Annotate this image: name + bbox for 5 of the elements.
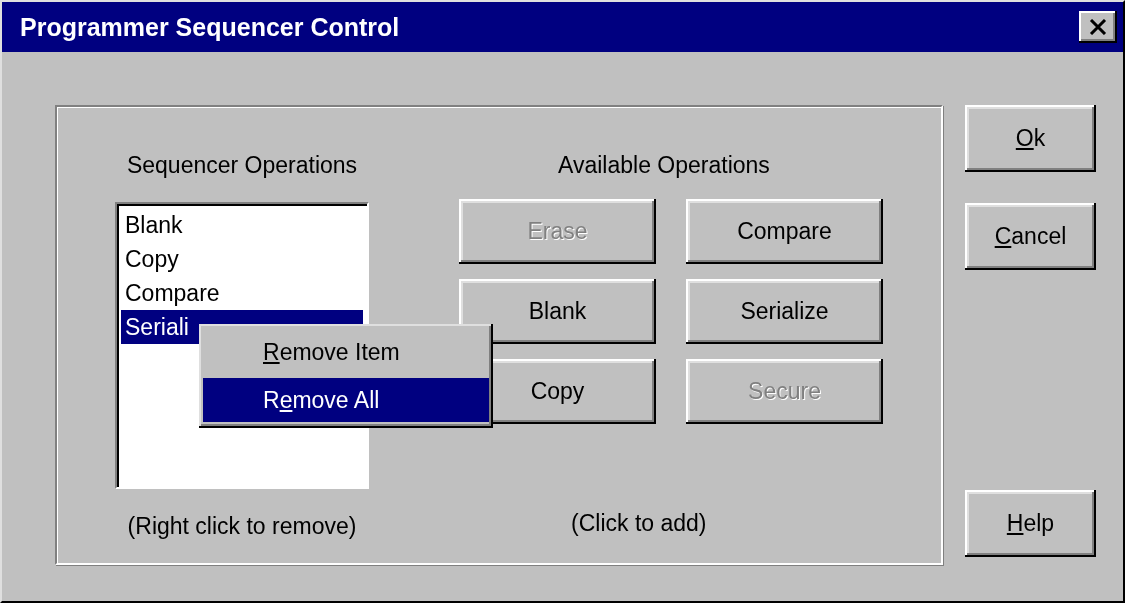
available-heading: Available Operations [558, 152, 770, 180]
list-heading: Sequencer Operations [126, 152, 358, 180]
remove-hint: (Right click to remove) [127, 513, 357, 540]
window-title: Programmer Sequencer Control [20, 12, 400, 42]
add-hint: (Click to add) [571, 510, 707, 537]
